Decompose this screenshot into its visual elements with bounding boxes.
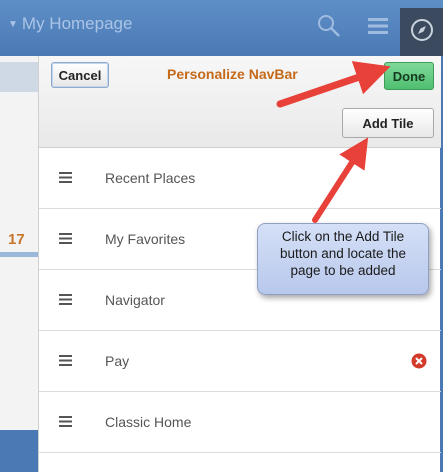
background-band — [0, 62, 38, 92]
app-header: ▼ My Homepage — [0, 0, 443, 56]
list-item-label: Pay — [105, 353, 130, 369]
background-page: 17 — [0, 56, 38, 472]
remove-icon[interactable] — [411, 353, 427, 369]
navbar-button[interactable] — [400, 8, 443, 56]
navbar-tile-list: Recent Places My Favorites Navigator Pay — [39, 148, 441, 453]
panel-toolbar: Cancel Personalize NavBar Done Add Tile — [39, 56, 441, 148]
background-count: 17 — [8, 231, 25, 248]
caret-down-icon: ▼ — [8, 18, 18, 30]
homepage-title-text: My Homepage — [21, 14, 133, 33]
callout-line: Click on the Add Tile — [281, 229, 405, 244]
list-item-label: My Favorites — [105, 231, 186, 247]
list-item-label: Recent Places — [105, 170, 196, 186]
list-item[interactable]: Classic Home — [39, 392, 441, 453]
drag-handle-icon[interactable] — [59, 294, 72, 305]
callout-line: button and locate the — [279, 246, 407, 261]
cancel-button[interactable]: Cancel — [51, 62, 109, 88]
done-button[interactable]: Done — [384, 62, 434, 90]
background-divider — [0, 252, 38, 257]
callout-line: page to be added — [290, 263, 396, 278]
list-item-label: Navigator — [105, 292, 165, 308]
background-footer — [0, 430, 38, 472]
drag-handle-icon[interactable] — [59, 355, 72, 366]
hamburger-menu-icon[interactable] — [365, 12, 393, 40]
list-item-label: Classic Home — [105, 414, 192, 430]
drag-handle-icon[interactable] — [59, 233, 72, 244]
compass-icon — [411, 19, 433, 41]
homepage-title[interactable]: ▼ My Homepage — [8, 14, 132, 34]
drag-handle-icon[interactable] — [59, 172, 72, 183]
instruction-callout: Click on the Add Tile button and locate … — [257, 223, 429, 295]
drag-handle-icon[interactable] — [59, 416, 72, 427]
list-item[interactable]: Pay — [39, 331, 441, 392]
add-tile-button[interactable]: Add Tile — [342, 108, 434, 138]
panel-title: Personalize NavBar — [167, 66, 298, 82]
list-item[interactable]: Recent Places — [39, 148, 441, 209]
search-icon[interactable] — [315, 12, 343, 40]
